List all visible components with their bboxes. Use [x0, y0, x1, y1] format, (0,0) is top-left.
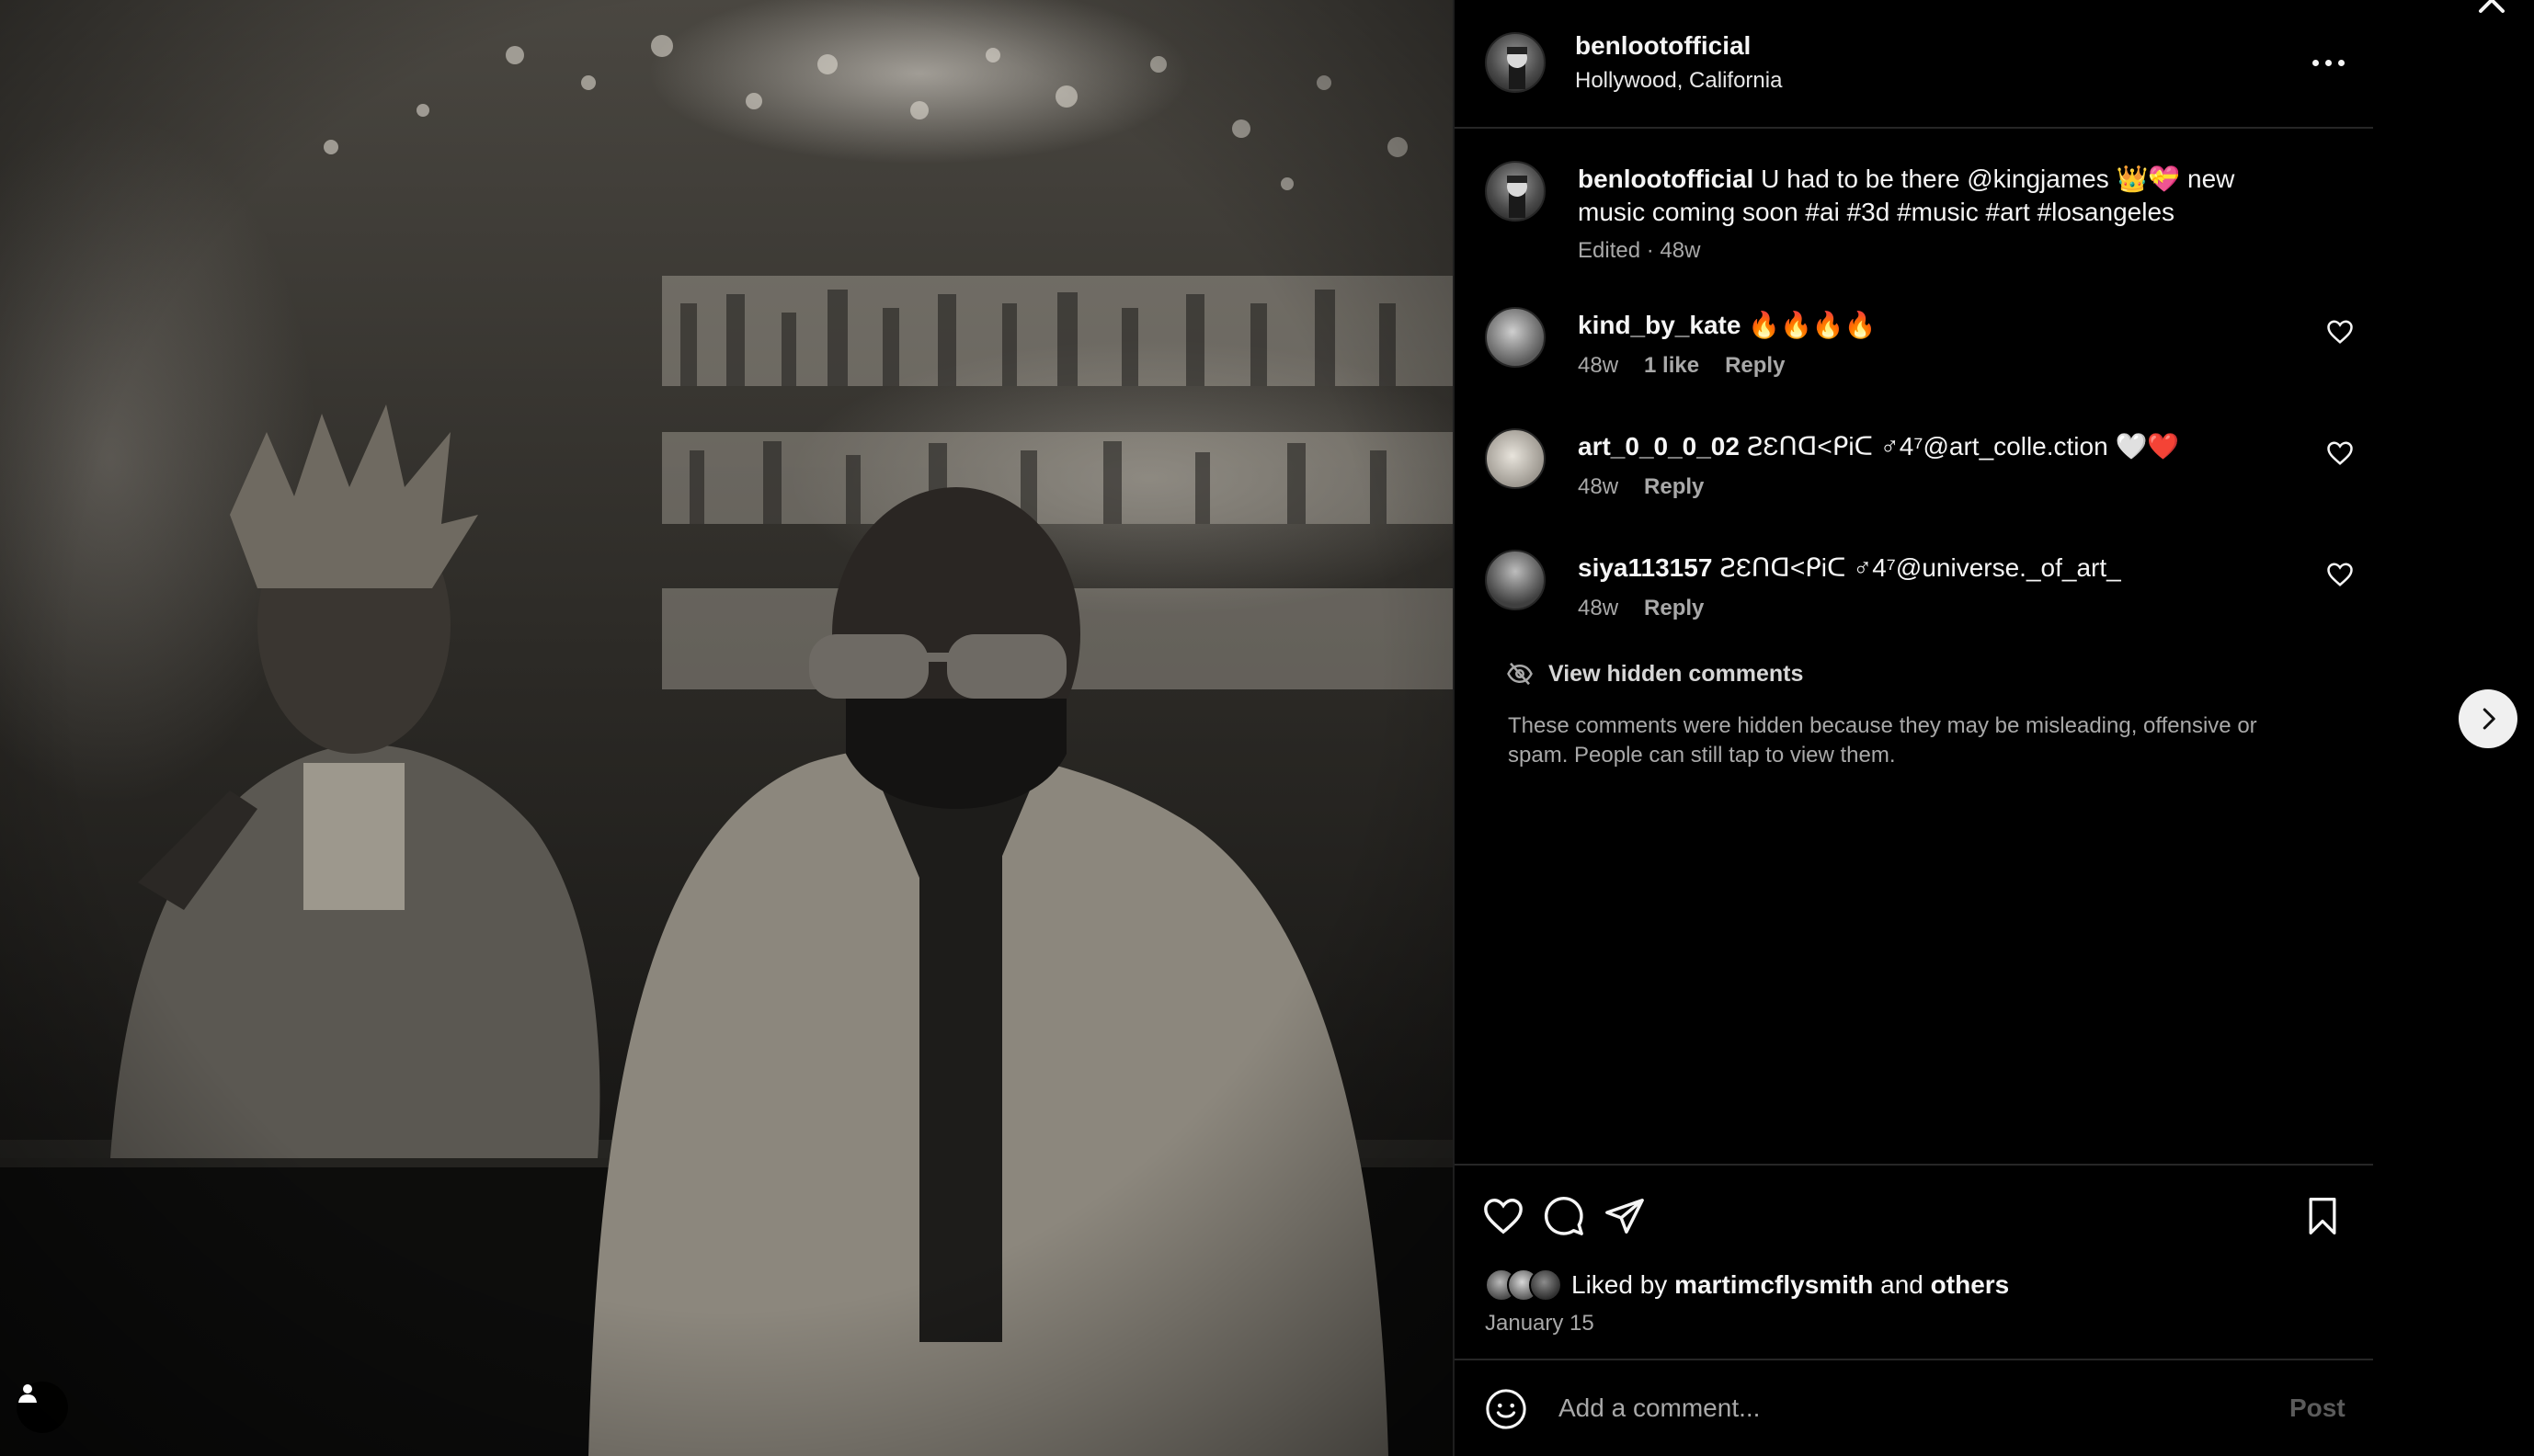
- comment-like-count[interactable]: 1 like: [1644, 353, 1699, 379]
- comment-item: siya113157 ꙄƐՈᗡ<ᑭiᑕ ♂4⁷@universe._of_art…: [1455, 550, 2373, 642]
- comment-composer: Post: [1455, 1359, 2373, 1456]
- author-avatar[interactable]: [1485, 32, 1546, 93]
- comment-age: 48w: [1578, 353, 1619, 378]
- reply-button[interactable]: Reply: [1644, 474, 1704, 500]
- likes-summary: Liked by martimcflysmith and others: [1485, 1268, 2009, 1302]
- caption-avatar[interactable]: [1485, 161, 1546, 222]
- caption: benlootofficial U had to be there @kingj…: [1455, 161, 2373, 271]
- chevron-right-icon: [2483, 708, 2495, 730]
- share-button[interactable]: [1602, 1193, 1648, 1239]
- comment-avatar[interactable]: [1485, 550, 1546, 610]
- comment-meta: 48w Reply: [1578, 596, 1704, 621]
- comment-age: 48w: [1578, 474, 1619, 499]
- next-post-button[interactable]: [2459, 689, 2517, 748]
- post-comment-button[interactable]: Post: [2289, 1393, 2346, 1423]
- comment-icon: [1544, 1196, 1583, 1235]
- likes-joiner: and: [1880, 1270, 1923, 1299]
- liker-username[interactable]: martimcflysmith: [1674, 1270, 1873, 1300]
- author-username[interactable]: benlootofficial: [1575, 31, 1751, 61]
- post-date[interactable]: January 15: [1485, 1311, 1594, 1337]
- more-options-button[interactable]: [2300, 46, 2356, 79]
- heart-icon[interactable]: [2326, 439, 2354, 467]
- view-hidden-comments-button[interactable]: View hidden comments: [1506, 660, 1803, 688]
- comment-body: ꙄƐՈᗡ<ᑭiᑕ ♂4⁷@universe._of_art_: [1719, 553, 2121, 582]
- view-hidden-comments-label: View hidden comments: [1548, 660, 1804, 687]
- reply-button[interactable]: Reply: [1725, 353, 1785, 379]
- like-button[interactable]: [1480, 1193, 1526, 1239]
- caption-edited-age: Edited · 48w: [1578, 238, 1701, 263]
- post-header: benlootofficial Hollywood, California: [1455, 0, 2373, 129]
- heart-icon[interactable]: [2326, 561, 2354, 588]
- comment-button[interactable]: [1541, 1193, 1587, 1239]
- comment-text: kind_by_kate 🔥🔥🔥🔥: [1578, 309, 2295, 342]
- tagged-users-button[interactable]: [17, 1382, 68, 1433]
- liker-avatars: [1485, 1268, 1562, 1302]
- caption-text: benlootofficial U had to be there @kingj…: [1578, 163, 2295, 229]
- comment-item: kind_by_kate 🔥🔥🔥🔥 48w 1 like Reply: [1455, 307, 2373, 399]
- share-icon: [1605, 1199, 1644, 1234]
- more-horizontal-icon: [2311, 59, 2319, 66]
- comment-meta: 48w 1 like Reply: [1578, 353, 1785, 379]
- comment-avatar[interactable]: [1485, 307, 1546, 368]
- comment-input[interactable]: [1558, 1382, 2202, 1434]
- comment-username[interactable]: kind_by_kate: [1578, 311, 1741, 339]
- caption-meta: Edited · 48w: [1578, 238, 1700, 264]
- post-details-panel: benlootofficial Hollywood, California be…: [1453, 0, 2373, 1456]
- comment-age: 48w: [1578, 596, 1619, 620]
- comment-username[interactable]: siya113157: [1578, 553, 1712, 582]
- comment-avatar[interactable]: [1485, 428, 1546, 489]
- close-icon[interactable]: [2470, 0, 2514, 22]
- heart-icon: [1484, 1199, 1523, 1234]
- caption-username[interactable]: benlootofficial: [1578, 165, 1753, 193]
- likes-prefix: Liked by: [1571, 1270, 1668, 1299]
- post-media[interactable]: [0, 0, 1453, 1456]
- comment-item: art_0_0_0_02 ꙄƐՈᗡ<ᑭiᑕ ♂4⁷@art_colle.ctio…: [1455, 428, 2373, 520]
- post-photo: [0, 0, 1453, 1456]
- comment-body: 🔥🔥🔥🔥: [1748, 311, 1877, 339]
- reply-button[interactable]: Reply: [1644, 596, 1704, 621]
- comment-meta: 48w Reply: [1578, 474, 1704, 500]
- bookmark-icon: [2309, 1198, 2336, 1234]
- hidden-comments-note: These comments were hidden because they …: [1508, 713, 2257, 768]
- save-button[interactable]: [2300, 1193, 2346, 1239]
- likes-others-link[interactable]: others: [1931, 1270, 2010, 1300]
- heart-icon[interactable]: [2326, 318, 2354, 346]
- post-actions: Liked by martimcflysmith and others Janu…: [1455, 1164, 2373, 1359]
- comment-body: ꙄƐՈᗡ<ᑭiᑕ ♂4⁷@art_colle.ction 🤍❤️: [1746, 432, 2180, 461]
- emoji-icon[interactable]: [1485, 1388, 1527, 1430]
- comment-text: art_0_0_0_02 ꙄƐՈᗡ<ᑭiᑕ ♂4⁷@art_colle.ctio…: [1578, 430, 2295, 463]
- post-location[interactable]: Hollywood, California: [1575, 68, 1782, 94]
- comment-text: siya113157 ꙄƐՈᗡ<ᑭiᑕ ♂4⁷@universe._of_art…: [1578, 552, 2295, 585]
- eye-off-icon: [1507, 662, 1533, 686]
- user-icon: [18, 1384, 37, 1403]
- comment-username[interactable]: art_0_0_0_02: [1578, 432, 1740, 461]
